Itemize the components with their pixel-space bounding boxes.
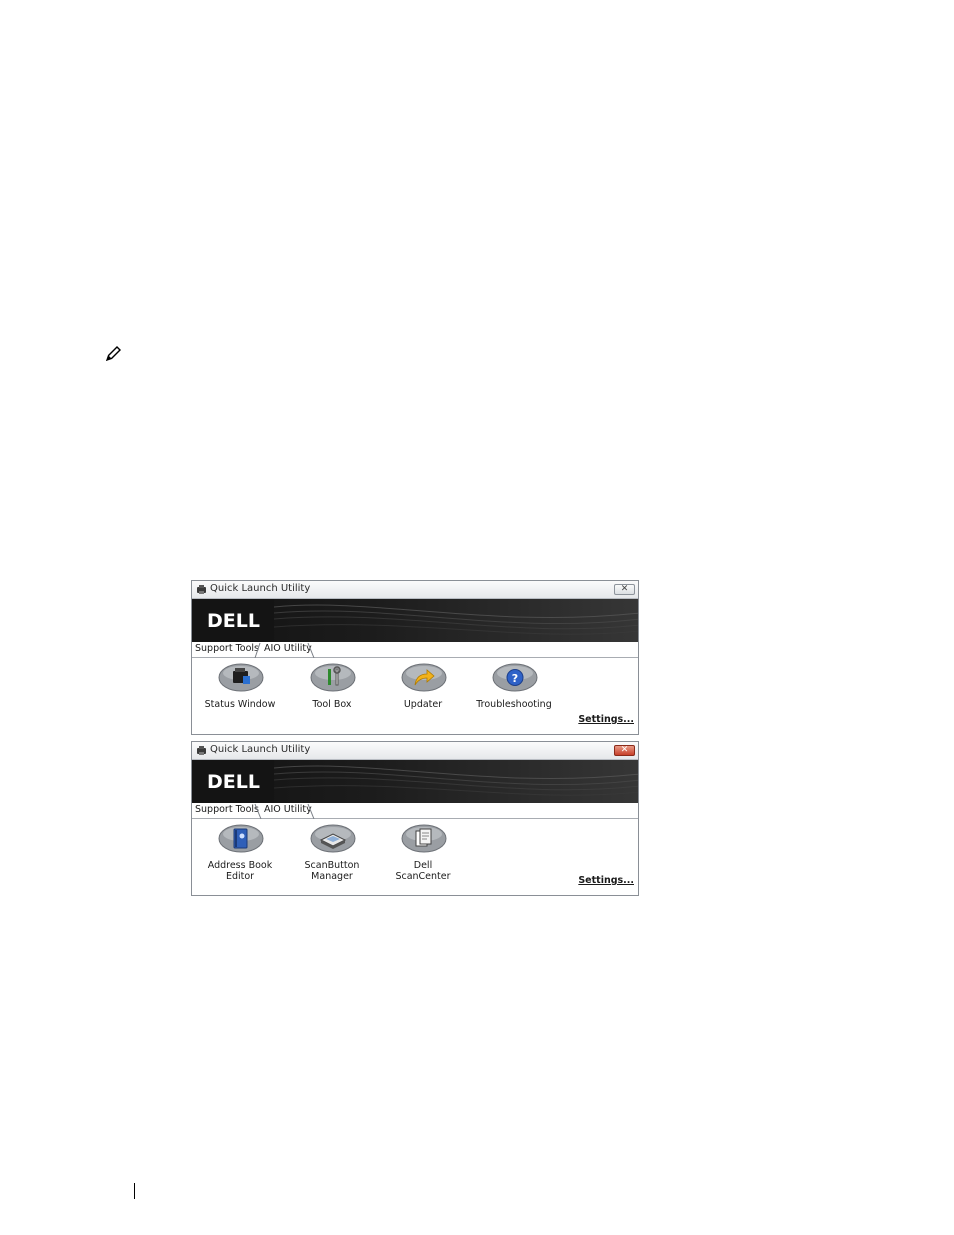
address-book-icon xyxy=(218,824,264,853)
dell-logo: DELL xyxy=(207,771,260,793)
address-book-editor-label: Address Book Editor xyxy=(207,860,273,882)
page-margin-bar xyxy=(134,1183,135,1199)
note-pencil-icon xyxy=(106,346,121,361)
printer-app-icon xyxy=(197,585,206,594)
troubleshooting-label: Troubleshooting xyxy=(476,699,552,710)
dell-scancenter-label: Dell ScanCenter xyxy=(395,860,451,882)
title-bar[interactable]: Quick Launch Utility ✕ xyxy=(192,742,638,760)
toolbox-icon xyxy=(310,663,356,692)
window-title: Quick Launch Utility xyxy=(210,583,311,594)
window-title: Quick Launch Utility xyxy=(210,744,311,755)
tab-divider-icon xyxy=(307,642,315,658)
title-bar[interactable]: Quick Launch Utility ✕ xyxy=(192,581,638,599)
scanner-icon xyxy=(310,824,356,853)
logo-panel: DELL xyxy=(192,760,274,803)
quick-launch-window-support-tools: Quick Launch Utility ✕ DELL Support Tool… xyxy=(191,580,639,735)
dell-banner: DELL xyxy=(192,599,638,642)
printer-status-icon xyxy=(218,663,264,692)
tab-bar: Support Tools AIO Utility xyxy=(192,803,638,819)
close-button[interactable]: ✕ xyxy=(614,745,635,756)
scan-center-icon xyxy=(401,824,447,853)
help-icon: ? xyxy=(492,663,538,692)
tab-support-tools[interactable]: Support Tools xyxy=(195,643,259,654)
scanbutton-manager-label: ScanButton Manager xyxy=(304,860,360,882)
settings-link[interactable]: Settings... xyxy=(578,714,634,725)
tab-divider-icon xyxy=(254,803,262,819)
svg-text:?: ? xyxy=(512,672,518,685)
close-button[interactable]: ✕ xyxy=(614,584,635,595)
quick-launch-window-aio-utility: Quick Launch Utility ✕ DELL Support Tool… xyxy=(191,741,639,896)
close-icon: ✕ xyxy=(620,584,629,594)
tab-bar: Support Tools AIO Utility xyxy=(192,642,638,658)
settings-link[interactable]: Settings... xyxy=(578,875,634,886)
dell-logo: DELL xyxy=(207,610,260,632)
logo-panel: DELL xyxy=(192,599,274,642)
tab-divider-icon xyxy=(254,642,261,658)
tool-box-label: Tool Box xyxy=(312,699,352,710)
status-window-label: Status Window xyxy=(204,699,276,710)
printer-app-icon xyxy=(197,746,206,755)
tab-divider-icon xyxy=(307,803,315,819)
dell-banner: DELL xyxy=(192,760,638,803)
tab-aio-utility[interactable]: AIO Utility xyxy=(264,643,312,654)
updater-label: Updater xyxy=(403,699,443,710)
tab-support-tools[interactable]: Support Tools xyxy=(195,804,259,815)
close-icon: ✕ xyxy=(620,745,629,755)
update-arrow-icon xyxy=(401,663,447,692)
tab-aio-utility[interactable]: AIO Utility xyxy=(264,804,312,815)
